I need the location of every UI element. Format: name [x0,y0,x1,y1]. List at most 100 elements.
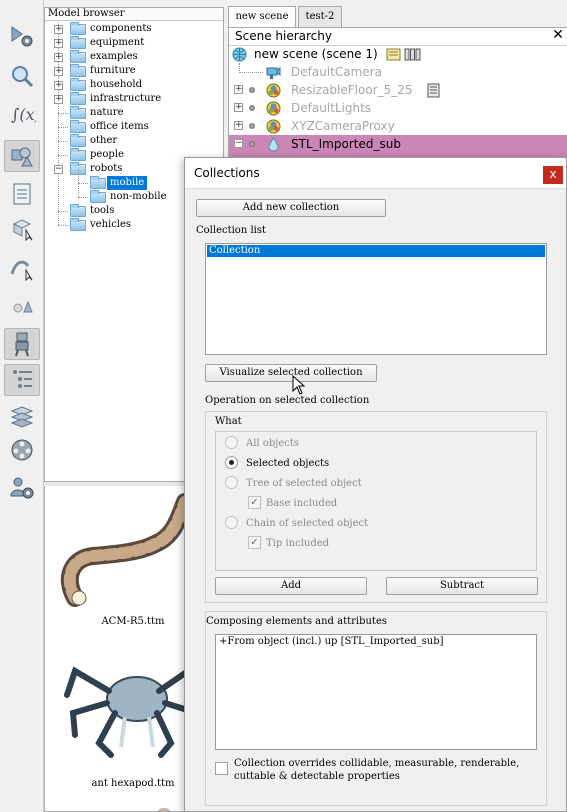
play-gear-icon [11,26,33,47]
collection-list[interactable]: Collection [205,243,547,355]
scene-item-label: STL_Imported_sub [291,137,401,151]
model-tree-label: mobile [107,176,148,190]
dialog-close-button[interactable]: x [543,166,563,184]
base-included-checkbox[interactable]: ✓ [248,496,261,509]
expand-toggle[interactable]: + [54,95,63,104]
model-tree-label: infrastructure [90,93,162,104]
visibility-dot-icon [249,141,255,147]
film-reel-icon [11,439,33,461]
scene-item-stl-imported-sub[interactable]: − STL_Imported_sub [229,135,567,153]
radio-selected-objects[interactable] [225,456,238,469]
add-button[interactable]: Add [215,577,367,595]
model-tree-item[interactable]: + infrastructure [45,92,223,106]
expand-toggle[interactable]: + [234,103,243,112]
scene-item-resizable-floor[interactable]: + ResizableFloor_5_25 [229,81,567,99]
user-settings-button[interactable] [4,472,40,504]
override-properties-checkbox[interactable] [215,762,228,775]
assemble-button[interactable] [4,290,40,322]
model-tree-item[interactable]: + examples [45,50,223,64]
layers-button[interactable] [4,400,40,432]
model-tree-item[interactable]: + equipment [45,36,223,50]
composing-groupbox: Composing elements and attributes +From … [205,611,547,806]
model-tree-item[interactable]: other [45,134,223,148]
folder-icon [70,120,86,133]
radio-label: Chain of selected object [246,518,369,529]
video-recorder-button[interactable] [4,434,40,466]
camera-icon [266,67,281,79]
script-icon[interactable] [426,83,441,98]
scene-item-label: ResizableFloor_5_25 [291,83,413,97]
dialog-body: Add new collection Collection list Colle… [185,188,566,811]
model-tree-label: examples [90,51,138,62]
model-tree-label: equipment [90,37,145,48]
operation-label: Operation on selected collection [205,395,370,406]
collapse-toggle[interactable]: − [234,139,243,148]
tab-test-2[interactable]: test-2 [298,6,342,28]
shape-icon [266,119,281,134]
collections-dialog: Collections x Add new collection Collect… [184,157,567,812]
page-selector-button[interactable] [4,178,40,210]
folder-icon [70,218,86,231]
visualize-selected-collection-button[interactable]: Visualize selected collection [205,364,377,382]
model-tree-item[interactable]: nature [45,106,223,120]
scene-hierarchy-toggle-button[interactable] [4,364,40,396]
model-tree-label: furniture [90,65,136,76]
composing-elements-list[interactable]: +From object (incl.) up [STL_Imported_su… [215,634,537,750]
tree-line [58,211,68,212]
scene-item-default-camera[interactable]: DefaultCamera [229,63,567,81]
tree-line [58,225,68,226]
tree-line [58,141,68,142]
magnifier-icon [12,66,34,88]
collection-list-item[interactable]: Collection [207,245,545,257]
scene-objects-button[interactable] [4,140,40,172]
tab-new-scene[interactable]: new scene [228,6,296,29]
checkbox-label: Tip included [266,538,330,549]
folder-icon [70,204,86,217]
expand-toggle[interactable]: + [54,67,63,76]
drop-icon [268,137,279,152]
shape-icon [266,83,281,98]
model-tree-item[interactable]: + furniture [45,64,223,78]
function-icon: ∫(x) [11,105,36,124]
composing-list-item[interactable]: +From object (incl.) up [STL_Imported_su… [219,636,444,647]
expand-toggle[interactable]: + [54,81,63,90]
scene-hierarchy-close-button[interactable]: ✕ [551,28,565,42]
scene-properties-icon[interactable] [386,47,401,62]
model-tree-label: non-mobile [110,191,167,202]
path-icon [10,260,33,282]
model-browser-toggle-button[interactable] [4,328,40,360]
tip-included-checkbox[interactable]: ✓ [248,536,261,549]
object-shift-button[interactable] [4,212,40,244]
path-edit-button[interactable] [4,252,40,284]
collapse-toggle[interactable]: − [54,165,63,174]
expand-toggle[interactable]: + [54,25,63,34]
zoom-button[interactable] [4,60,40,92]
expand-toggle[interactable]: + [234,85,243,94]
visibility-dot-icon [249,123,255,129]
hierarchy-list-icon [13,370,32,388]
dialog-title: Collections [194,166,260,180]
expand-toggle[interactable]: + [234,121,243,130]
layers-icon [10,406,34,428]
visibility-dot-icon [249,87,255,93]
expand-toggle[interactable]: + [54,53,63,62]
scene-root-row[interactable]: new scene (scene 1) [229,45,567,63]
simulation-settings-button[interactable] [4,20,40,52]
model-tree-label: other [90,135,118,146]
scene-item-default-lights[interactable]: + DefaultLights [229,99,567,117]
radio-tree-of-selected-object[interactable] [225,476,238,489]
radio-all-objects[interactable] [225,436,238,449]
expand-toggle[interactable]: + [54,39,63,48]
subtract-button[interactable]: Subtract [386,577,538,595]
calculation-modules-button[interactable]: ∫(x) [4,98,40,130]
model-tree-item[interactable]: office items [45,120,223,134]
scene-item-xyz-camera-proxy[interactable]: + XYZCameraProxy [229,117,567,135]
dialog-titlebar[interactable]: Collections x [185,158,566,188]
tree-line [58,113,68,114]
script-list-icon[interactable] [404,47,421,62]
radio-chain-of-selected-object[interactable] [225,516,238,529]
folder-icon [90,176,106,189]
model-tree-item[interactable]: + household [45,78,223,92]
add-new-collection-button[interactable]: Add new collection [196,199,386,217]
model-tree-item[interactable]: + components [45,22,223,36]
